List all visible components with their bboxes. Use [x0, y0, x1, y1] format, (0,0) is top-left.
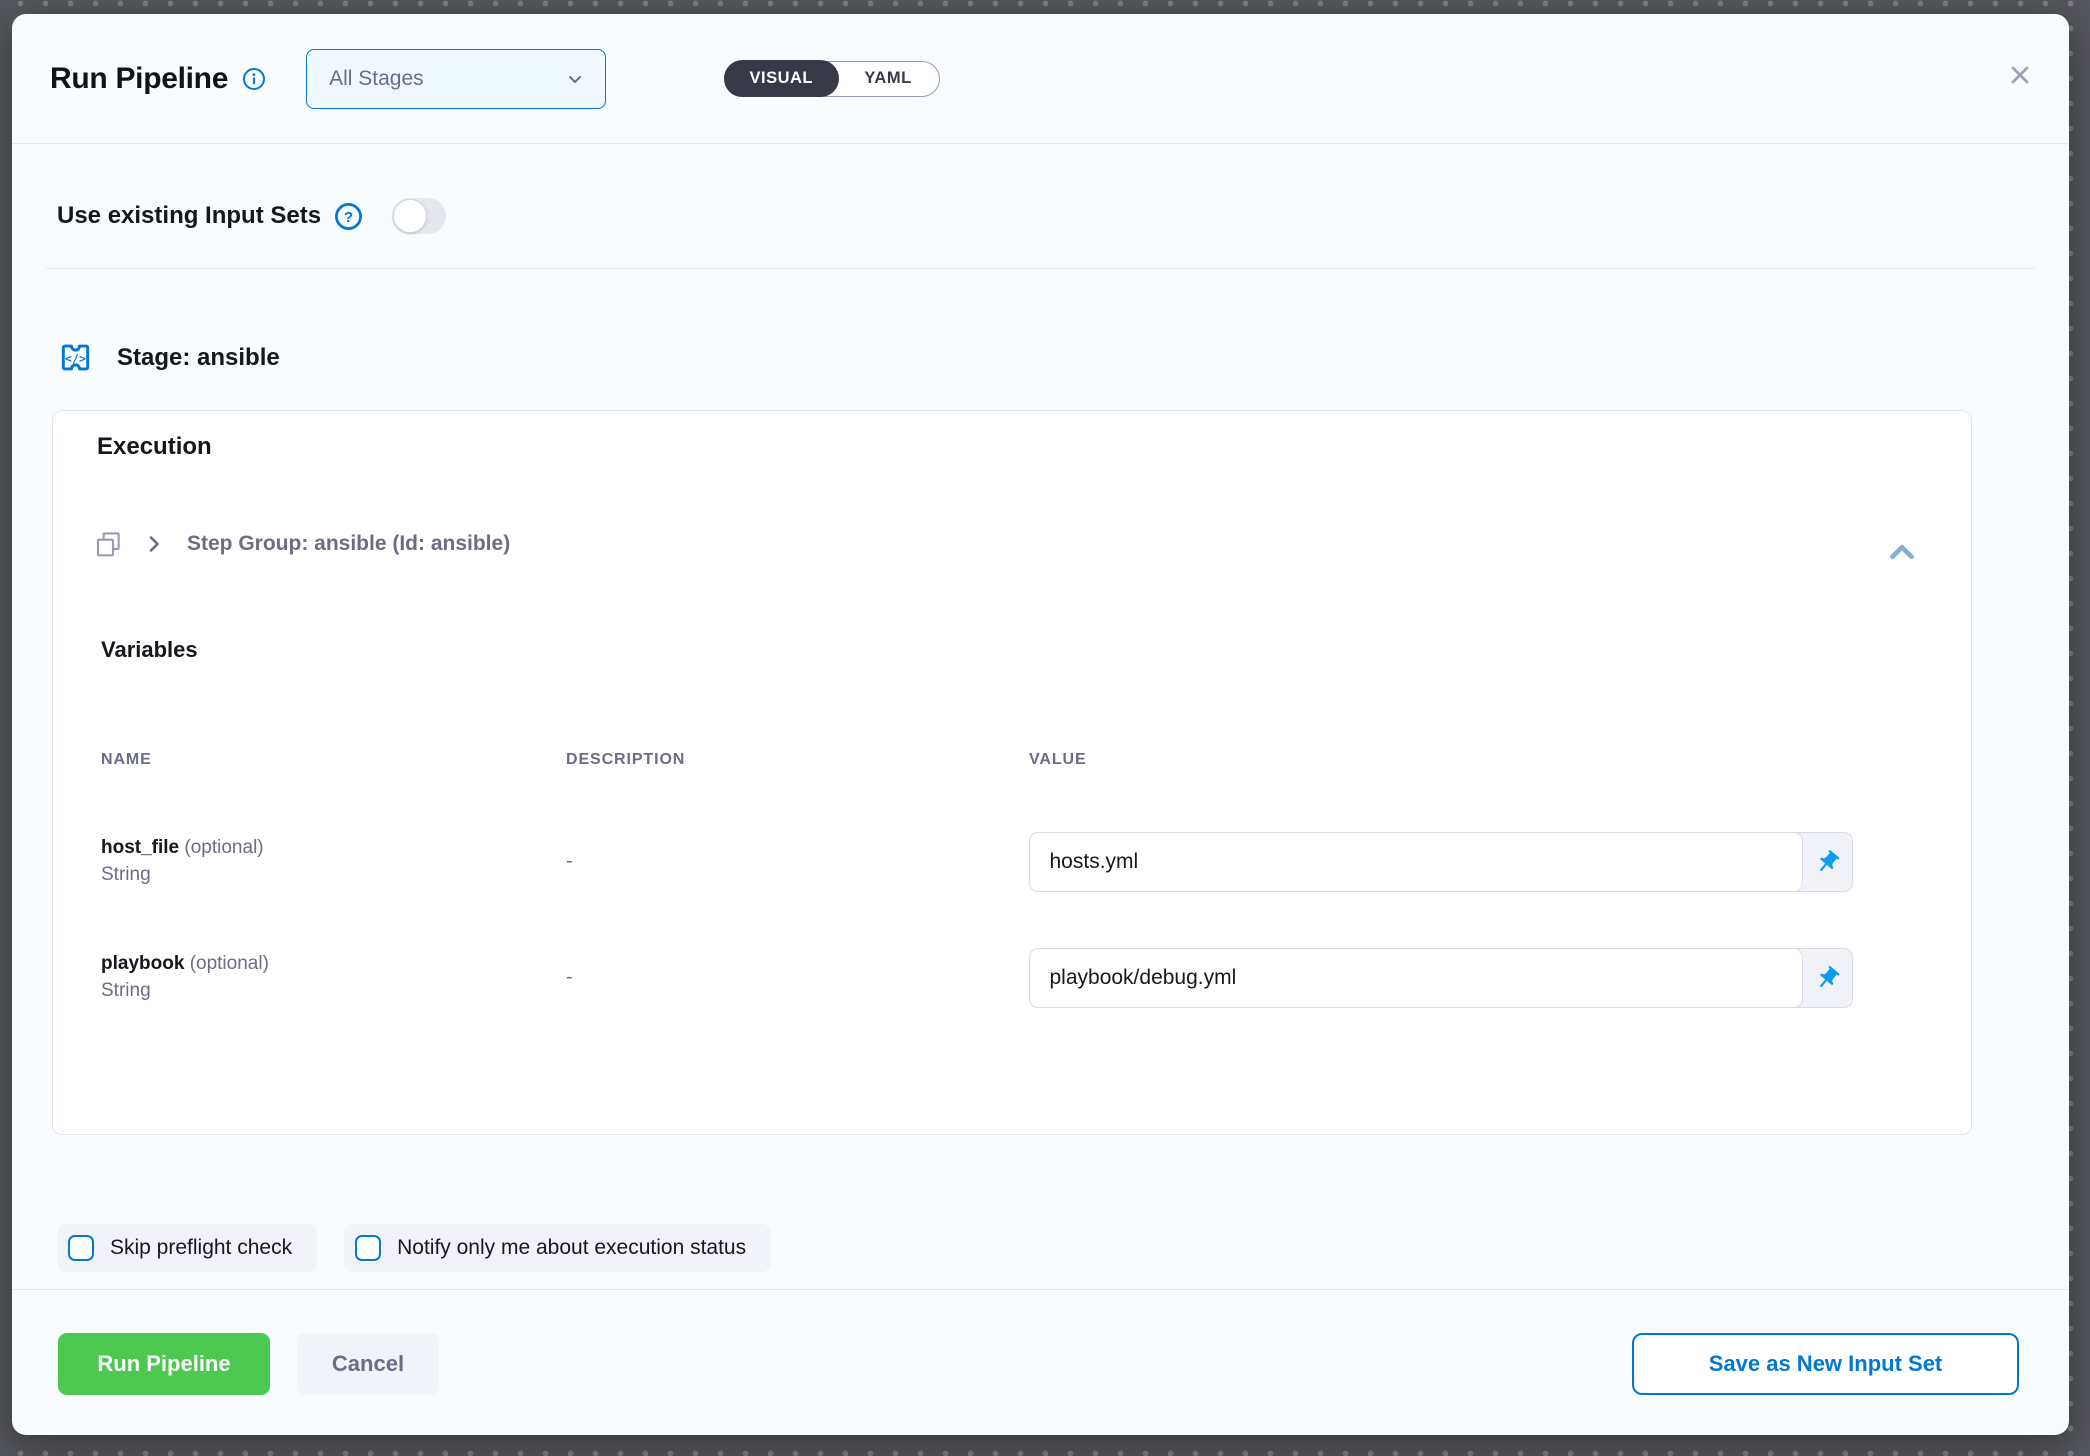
toggle-knob	[393, 199, 427, 233]
chevron-right-icon	[142, 532, 166, 556]
variable-name: host_file	[101, 837, 179, 858]
pin-icon	[1814, 965, 1841, 992]
notify-only-me-checkbox[interactable]	[355, 1235, 381, 1261]
chevron-up-icon	[1883, 533, 1921, 571]
dialog-footer: Run Pipeline Cancel Save as New Input Se…	[58, 1333, 2019, 1395]
stage-header-row: </> Stage: ansible	[57, 339, 280, 376]
close-button[interactable]	[2005, 60, 2035, 90]
visual-yaml-toggle: VISUAL YAML	[724, 61, 940, 97]
host-file-input[interactable]	[1029, 832, 1803, 892]
table-row: host_file (optional) String -	[101, 832, 1971, 948]
stage-title: Stage: ansible	[117, 344, 280, 372]
skip-preflight-option[interactable]: Skip preflight check	[57, 1224, 317, 1272]
use-existing-input-sets-row: Use existing Input Sets ?	[57, 164, 446, 268]
skip-preflight-checkbox[interactable]	[68, 1235, 94, 1261]
help-icon[interactable]: ?	[334, 202, 363, 231]
run-pipeline-button[interactable]: Run Pipeline	[58, 1333, 270, 1395]
svg-text:?: ?	[344, 208, 353, 225]
value-input-group	[1029, 832, 1853, 892]
execution-card: Execution Step Group: ansible (Id: ansib…	[52, 410, 1972, 1135]
variable-name-cell: playbook (optional) String	[101, 948, 566, 1005]
value-input-group	[1029, 948, 1853, 1008]
step-group-label: Step Group: ansible (Id: ansible)	[187, 532, 510, 556]
pin-input-type-button[interactable]	[1802, 833, 1852, 891]
tab-yaml[interactable]: YAML	[837, 62, 938, 96]
info-icon[interactable]	[242, 67, 266, 91]
table-header-row: NAME DESCRIPTION VALUE	[101, 751, 1971, 769]
variable-name: playbook	[101, 953, 184, 974]
chevron-down-icon	[563, 67, 587, 91]
skip-preflight-label: Skip preflight check	[110, 1236, 292, 1260]
notify-only-me-option[interactable]: Notify only me about execution status	[344, 1224, 771, 1272]
column-header-name: NAME	[101, 751, 566, 769]
footer-divider	[12, 1289, 2069, 1290]
column-header-value: VALUE	[1029, 751, 1971, 769]
tab-visual[interactable]: VISUAL	[724, 60, 840, 97]
collapse-section-button[interactable]	[1883, 533, 1921, 571]
variable-type: String	[101, 862, 566, 889]
variable-optional-tag: (optional)	[190, 953, 269, 974]
variable-description-cell: -	[566, 832, 1029, 873]
notify-only-me-label: Notify only me about execution status	[397, 1236, 746, 1260]
page-title: Run Pipeline	[50, 62, 228, 96]
variable-value-cell	[1029, 948, 1971, 1008]
save-as-new-input-set-button[interactable]: Save as New Input Set	[1632, 1333, 2019, 1395]
table-row: playbook (optional) String -	[101, 948, 1971, 1064]
stage-code-icon: </>	[57, 339, 94, 376]
stage-selector-value: All Stages	[329, 67, 424, 91]
run-pipeline-dialog: Run Pipeline All Stages VISUAL YAML Use …	[12, 14, 2069, 1435]
step-group-icon	[93, 529, 123, 559]
pin-icon	[1814, 849, 1841, 876]
stage-selector-dropdown[interactable]: All Stages	[306, 49, 606, 109]
variable-value-cell	[1029, 832, 1971, 892]
pin-input-type-button[interactable]	[1802, 949, 1852, 1007]
use-existing-input-sets-label: Use existing Input Sets	[57, 202, 321, 230]
svg-text:</>: </>	[65, 352, 86, 366]
variable-name-cell: host_file (optional) String	[101, 832, 566, 889]
variable-type: String	[101, 978, 566, 1005]
variables-title: Variables	[101, 637, 198, 663]
column-header-description: DESCRIPTION	[566, 751, 1029, 769]
variables-table: NAME DESCRIPTION VALUE host_file (option…	[53, 751, 1971, 1064]
execution-options-row: Skip preflight check Notify only me abou…	[57, 1224, 771, 1272]
input-sets-toggle-switch[interactable]	[392, 198, 446, 234]
variable-optional-tag: (optional)	[184, 837, 263, 858]
section-divider	[46, 268, 2035, 269]
dialog-header: Run Pipeline All Stages VISUAL YAML	[12, 14, 2069, 144]
cancel-button[interactable]: Cancel	[297, 1333, 439, 1395]
playbook-input[interactable]	[1029, 948, 1803, 1008]
close-icon	[2006, 61, 2034, 89]
variable-description-cell: -	[566, 948, 1029, 989]
execution-title: Execution	[97, 433, 212, 461]
step-group-row[interactable]: Step Group: ansible (Id: ansible)	[93, 529, 510, 559]
